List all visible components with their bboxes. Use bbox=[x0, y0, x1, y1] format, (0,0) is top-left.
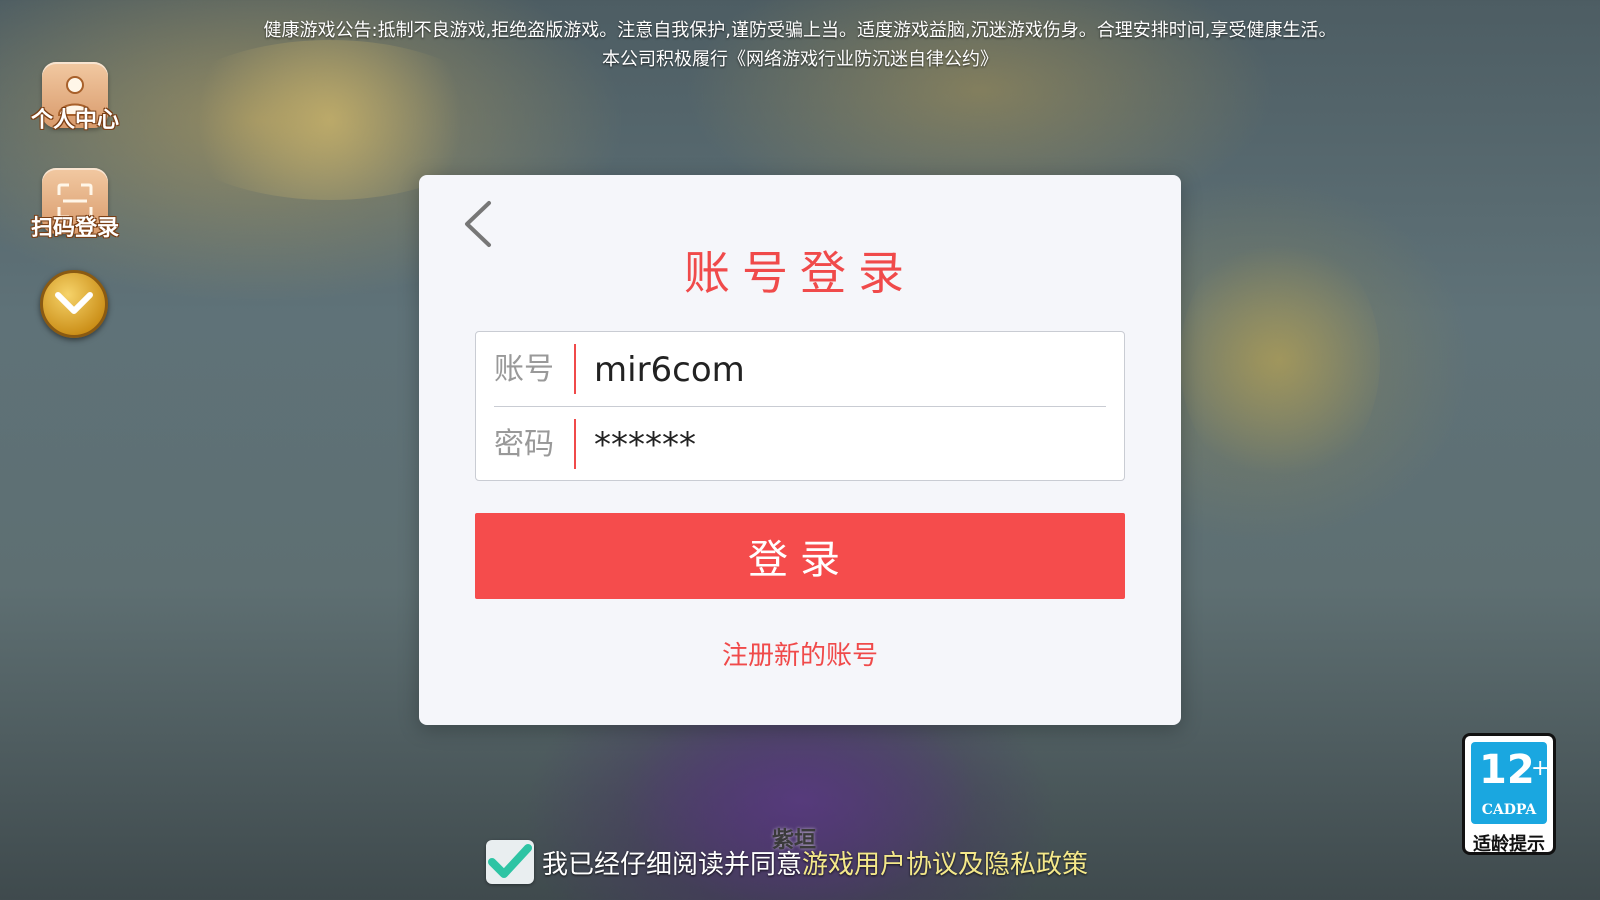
age-rating-plus: + bbox=[1531, 756, 1550, 781]
field-separator bbox=[574, 344, 576, 394]
password-row: 密码 bbox=[476, 407, 1126, 481]
age-rating-org: CADPA bbox=[1481, 802, 1537, 818]
age-rating-badge: 12 + CADPA 适龄提示 bbox=[1462, 733, 1556, 855]
age-rating-number: 12 bbox=[1479, 747, 1535, 793]
agreement-text: 我已经仔细阅读并同意 bbox=[542, 849, 803, 880]
personal-center-label: 个人中心 bbox=[30, 108, 119, 133]
password-input[interactable] bbox=[594, 423, 1094, 467]
age-rating-panel: 12 + CADPA bbox=[1471, 742, 1550, 824]
personal-center-button[interactable]: 个人中心 bbox=[22, 62, 128, 134]
field-separator bbox=[574, 419, 576, 469]
account-row: 账号 bbox=[476, 332, 1126, 406]
scan-login-button[interactable]: 扫码登录 bbox=[22, 168, 128, 241]
checkmark-icon bbox=[488, 844, 532, 878]
account-input[interactable] bbox=[594, 348, 1094, 392]
background-blossom bbox=[1180, 230, 1380, 490]
age-rating-tip: 适龄提示 bbox=[1473, 834, 1545, 855]
login-panel: 账号登录 账号 密码 登录 注册新的账号 bbox=[419, 175, 1181, 725]
account-label: 账号 bbox=[494, 352, 554, 387]
login-form: 账号 密码 bbox=[475, 331, 1125, 481]
scan-login-label: 扫码登录 bbox=[30, 216, 119, 241]
sidebar-collapse-button[interactable] bbox=[40, 270, 108, 338]
agreement-checkbox[interactable] bbox=[486, 840, 534, 884]
page-title: 账号登录 bbox=[684, 246, 916, 300]
login-button[interactable]: 登录 bbox=[475, 513, 1125, 599]
agreement: 我已经仔细阅读并同意 游戏用户协议及隐私政策 bbox=[486, 838, 1088, 886]
health-notice-line1: 健康游戏公告:抵制不良游戏,拒绝盗版游戏。注意自我保护,谨防受骗上当。适度游戏益… bbox=[263, 20, 1337, 41]
health-notice: 健康游戏公告:抵制不良游戏,拒绝盗版游戏。注意自我保护,谨防受骗上当。适度游戏益… bbox=[0, 16, 1600, 74]
agreement-link[interactable]: 游戏用户协议及隐私政策 bbox=[802, 844, 1088, 881]
register-link[interactable]: 注册新的账号 bbox=[419, 635, 1181, 672]
health-notice-line2: 本公司积极履行《网络游戏行业防沉迷自律公约》 bbox=[602, 49, 998, 70]
password-label: 密码 bbox=[494, 427, 554, 462]
chevron-down-icon bbox=[55, 292, 93, 314]
